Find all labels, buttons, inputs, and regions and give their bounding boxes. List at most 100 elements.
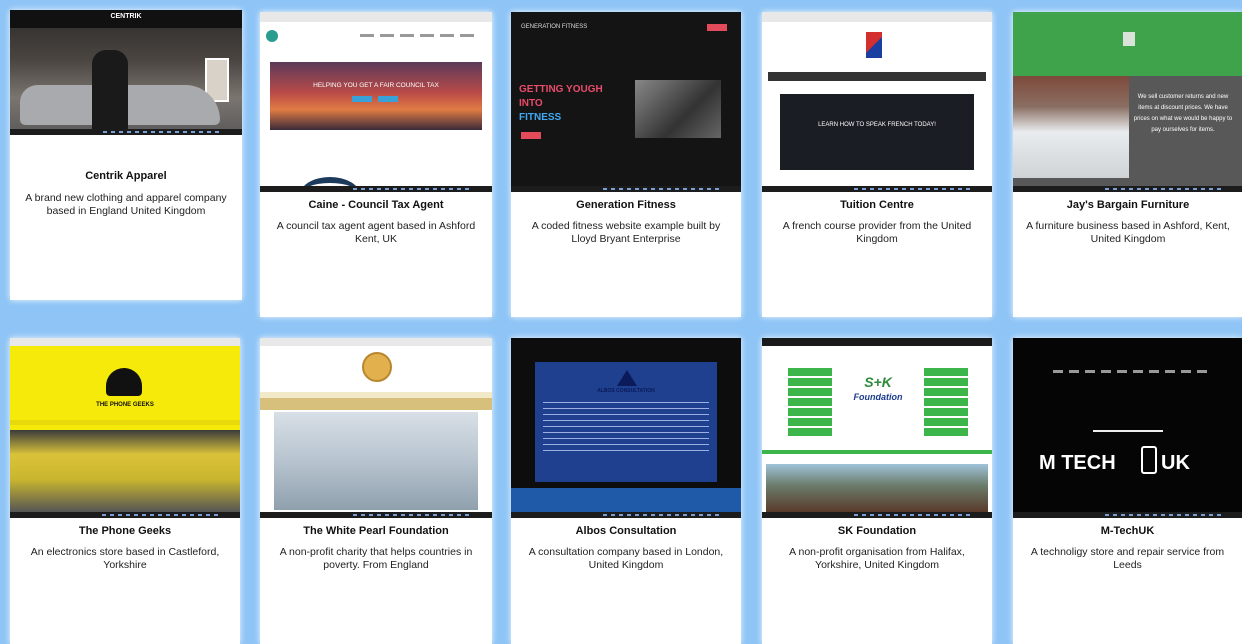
foundation-logo-icon xyxy=(362,352,392,382)
portfolio-card[interactable]: ALBOS CONSULTATION Albos Consultation A … xyxy=(511,338,741,644)
card-description: A brand new clothing and apparel company… xyxy=(25,192,227,217)
card-title: SK Foundation xyxy=(837,525,917,537)
waveform-icon xyxy=(1093,398,1163,432)
hospital-image xyxy=(274,412,478,510)
portfolio-card[interactable]: The White Pearl Foundation A non-profit … xyxy=(260,338,492,644)
portfolio-card[interactable]: LEARN HOW TO SPEAK FRENCH TODAY! Tuition… xyxy=(762,12,992,317)
right-menu xyxy=(924,368,968,438)
hero-image: HELPING YOU GET A FAIR COUNCIL TAX xyxy=(270,62,482,130)
hero-line-3: FITNESS xyxy=(519,112,562,123)
card-description: A technoligy store and repair service fr… xyxy=(1030,546,1225,571)
browser-bar xyxy=(762,338,992,346)
brand-text-1: M TECH xyxy=(1039,452,1116,474)
site-nav xyxy=(768,72,986,81)
portfolio-card[interactable]: S+K Foundation SK Foundation A non-profi… xyxy=(762,338,992,644)
card-description: A furniture business based in Ashford, K… xyxy=(1026,220,1230,245)
browser-bar xyxy=(10,338,240,346)
os-taskbar xyxy=(762,186,992,192)
flag-logo-icon xyxy=(866,32,882,58)
portfolio-card[interactable]: HELPING YOU GET A FAIR COUNCIL TAX Caine… xyxy=(260,12,492,317)
os-taskbar xyxy=(10,129,242,135)
portfolio-card[interactable]: THE PHONE GEEKS The Phone Geeks An elect… xyxy=(10,338,240,644)
body-text xyxy=(543,402,709,452)
portfolio-card[interactable]: CENTRIK Centrik Apparel A brand new clot… xyxy=(10,10,242,300)
stats-bar xyxy=(511,488,741,512)
os-taskbar xyxy=(511,186,741,192)
card-description: A non-profit organisation from Halifax, … xyxy=(789,546,965,571)
card-title: The Phone Geeks xyxy=(78,525,172,537)
card-description: An electronics store based in Castleford… xyxy=(30,546,220,571)
hero-line-2: INTO xyxy=(519,98,543,109)
browser-bar xyxy=(762,12,992,22)
card-title: The White Pearl Foundation xyxy=(303,525,449,537)
card-title: M-TechUK xyxy=(1100,525,1155,537)
site-logo-icon xyxy=(1123,32,1135,46)
gym-image xyxy=(635,80,721,138)
hero-text: LEARN HOW TO SPEAK FRENCH TODAY! xyxy=(818,122,936,128)
browser-bar xyxy=(260,338,492,346)
hero-panel: ALBOS CONSULTATION xyxy=(535,362,717,482)
person-image xyxy=(92,50,128,130)
card-description: A french course provider from the United… xyxy=(782,220,972,245)
brand-logo: CENTRIK xyxy=(110,13,142,20)
os-taskbar xyxy=(762,512,992,518)
phone-icon xyxy=(1141,446,1157,474)
os-taskbar xyxy=(511,512,741,518)
intro-text: We sell customer returns and new items a… xyxy=(1133,94,1233,133)
website-screenshot: M TECH UK xyxy=(1013,338,1242,518)
portfolio-card[interactable]: M TECH UK M-TechUK A technoligy store an… xyxy=(1013,338,1242,644)
card-description: A consultation company based in London, … xyxy=(528,546,724,571)
card-title: Jay's Bargain Furniture xyxy=(1066,199,1190,211)
site-nav xyxy=(10,420,240,425)
hero-line-1: GETTING YOUGH xyxy=(519,84,603,95)
hero-image: LEARN HOW TO SPEAK FRENCH TODAY! xyxy=(780,94,974,170)
cta-button xyxy=(521,132,541,139)
browser-bar xyxy=(260,12,492,22)
website-screenshot: HELPING YOU GET A FAIR COUNCIL TAX xyxy=(260,12,492,192)
logo-mark: S+K xyxy=(864,374,892,390)
os-taskbar xyxy=(10,512,240,518)
brand-name: ALBOS CONSULTATION xyxy=(597,388,655,394)
site-logo-icon xyxy=(266,30,278,42)
hero-button xyxy=(352,96,372,102)
brand-text-2: UK xyxy=(1161,452,1190,474)
website-screenshot: LEARN HOW TO SPEAK FRENCH TODAY! xyxy=(762,12,992,192)
glasses-logo-icon xyxy=(106,368,142,396)
portfolio-card[interactable]: GENERATION FITNESS GETTING YOUGH INTO FI… xyxy=(511,12,741,317)
van-image xyxy=(1013,76,1129,178)
site-nav xyxy=(1053,370,1213,373)
card-title: Caine - Council Tax Agent xyxy=(308,199,444,211)
os-taskbar xyxy=(1013,512,1242,518)
hero-text: HELPING YOU GET A FAIR COUNCIL TAX xyxy=(313,82,439,89)
brand-logo-icon xyxy=(617,370,637,386)
portfolio-card[interactable]: We sell customer returns and new items a… xyxy=(1013,12,1242,317)
left-menu xyxy=(788,368,832,438)
join-button xyxy=(707,24,727,31)
website-screenshot: THE PHONE GEEKS xyxy=(10,338,240,518)
website-screenshot: We sell customer returns and new items a… xyxy=(1013,12,1242,192)
website-screenshot xyxy=(260,338,492,518)
website-screenshot: GENERATION FITNESS GETTING YOUGH INTO FI… xyxy=(511,12,741,192)
website-screenshot: S+K Foundation xyxy=(762,338,992,518)
card-description: A council tax agent agent based in Ashfo… xyxy=(276,220,476,245)
card-description: A coded fitness website example built by… xyxy=(531,220,721,245)
card-title: Generation Fitness xyxy=(576,199,676,211)
website-screenshot: ALBOS CONSULTATION xyxy=(511,338,741,518)
hero-button xyxy=(378,96,398,102)
os-taskbar xyxy=(260,512,492,518)
green-divider xyxy=(762,450,992,454)
site-nav-brand: GENERATION FITNESS xyxy=(521,24,588,30)
website-screenshot: CENTRIK xyxy=(10,10,242,135)
card-title: Tuition Centre xyxy=(840,199,914,211)
store-image xyxy=(10,430,240,512)
logo-text: Foundation xyxy=(853,392,903,402)
card-title: Albos Consultation xyxy=(575,525,677,537)
card-title: Centrik Apparel xyxy=(85,170,167,182)
os-taskbar xyxy=(260,186,492,192)
card-description: A non-profit charity that helps countrie… xyxy=(279,546,473,571)
brand-name: THE PHONE GEEKS xyxy=(96,402,154,408)
site-nav xyxy=(360,34,480,37)
os-taskbar xyxy=(1013,186,1242,192)
gold-band xyxy=(260,398,492,410)
crowd-image xyxy=(766,464,988,512)
